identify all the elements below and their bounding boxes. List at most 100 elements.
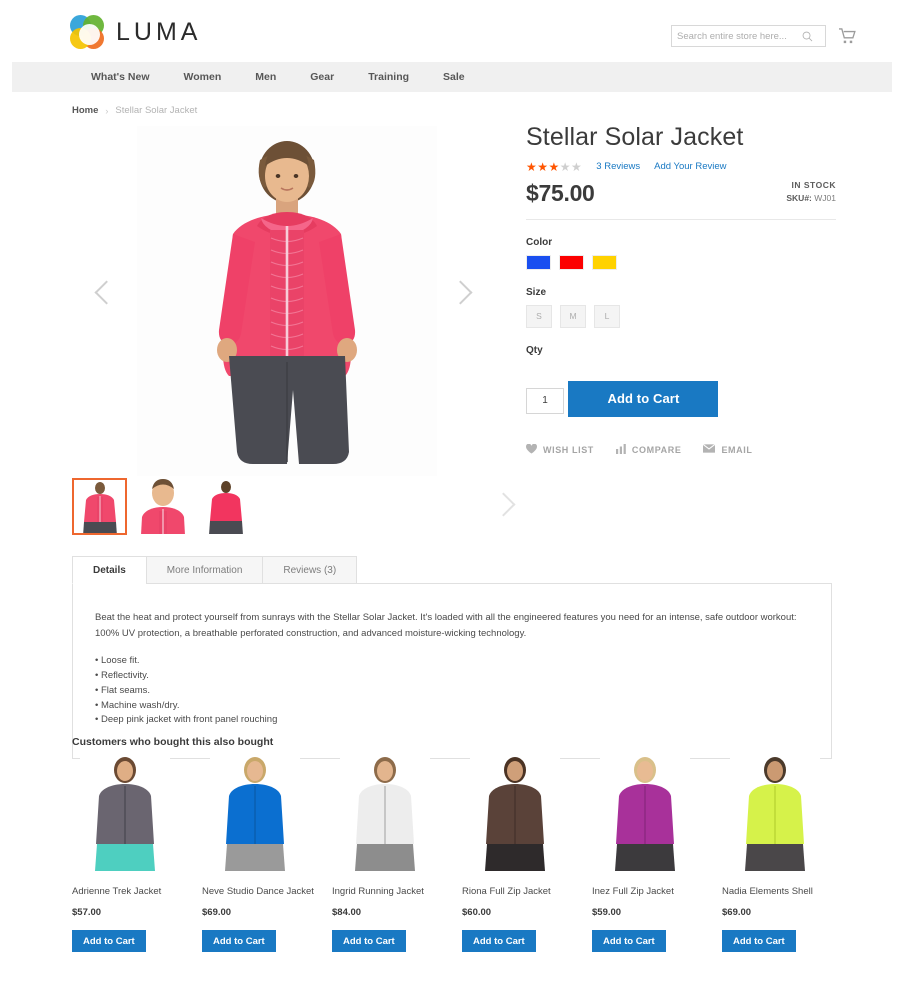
product-tabs: Details More Information Reviews (3) Bea…	[72, 556, 832, 759]
chevron-right-icon	[448, 280, 473, 305]
product-info: Stellar Solar Jacket ★★★★★ 3 Reviews Add…	[526, 123, 836, 456]
nav-item-sale[interactable]: Sale	[426, 71, 482, 83]
color-swatches	[526, 254, 836, 270]
product-name[interactable]: Neve Studio Dance Jacket	[202, 885, 314, 898]
related-products-title: Customers who bought this also bought	[72, 736, 274, 748]
compare-label: COMPARE	[631, 444, 682, 455]
add-review-link[interactable]: Add Your Review	[654, 161, 726, 172]
size-options: S M L	[526, 304, 836, 328]
product-feature-list: • Loose fit. • Reflectivity. • Flat seam…	[95, 654, 809, 728]
product-thumbnail[interactable]	[77, 756, 172, 871]
chevron-right-icon	[491, 492, 516, 517]
add-to-cart-button[interactable]: Add to Cart	[202, 930, 276, 953]
color-swatch-blue[interactable]	[526, 254, 551, 270]
heart-icon	[526, 443, 537, 456]
tab-details[interactable]: Details	[72, 556, 147, 584]
product-price: $59.00	[592, 907, 622, 919]
add-to-cart-button[interactable]: Add to Cart	[592, 930, 666, 953]
product-price: $57.00	[72, 907, 102, 919]
product-name[interactable]: Ingrid Running Jacket	[332, 885, 444, 898]
list-item: Ingrid Running Jacket $84.00 Add to Cart	[332, 756, 462, 953]
thumbnails-next-button[interactable]	[491, 492, 516, 517]
nav-item-training[interactable]: Training	[351, 71, 426, 83]
product-price: $75.00	[526, 179, 595, 206]
list-item: Nadia Elements Shell $69.00 Add to Cart	[722, 756, 852, 953]
logo-text: LUMA	[116, 17, 202, 46]
add-to-cart-button[interactable]: Add to Cart	[462, 930, 536, 953]
size-option-m[interactable]: M	[560, 304, 586, 328]
product-price: $60.00	[462, 907, 492, 919]
list-item: • Reflectivity.	[95, 670, 149, 682]
tab-reviews[interactable]: Reviews (3)	[262, 556, 358, 584]
list-item: • Machine wash/dry.	[95, 699, 180, 711]
divider	[526, 218, 836, 220]
product-thumbnail[interactable]	[597, 756, 692, 871]
breadcrumb-separator-icon: ›	[105, 105, 109, 116]
tab-list: Details More Information Reviews (3)	[72, 556, 832, 584]
site-logo[interactable]: LUMA	[70, 15, 201, 49]
product-price: $84.00	[332, 907, 362, 919]
add-to-cart-button[interactable]: Add to Cart	[72, 930, 146, 953]
thumbnail-1[interactable]	[72, 478, 127, 535]
product-page: LUMA What's New Women Men Gear Training …	[0, 0, 904, 1000]
list-item: Adrienne Trek Jacket $57.00 Add to Cart	[72, 756, 202, 953]
search-icon[interactable]	[797, 31, 817, 42]
list-item: Neve Studio Dance Jacket $69.00 Add to C…	[202, 756, 332, 953]
breadcrumb-home[interactable]: Home	[72, 105, 98, 116]
search-box[interactable]	[671, 25, 826, 47]
related-products: Adrienne Trek Jacket $57.00 Add to Cart …	[72, 756, 862, 953]
compare-button[interactable]: COMPARE	[615, 443, 682, 456]
size-option-s[interactable]: S	[526, 304, 552, 328]
search-input[interactable]	[672, 26, 797, 46]
thumbnail-2[interactable]	[135, 478, 190, 535]
product-actions: WISH LIST COMPARE EMAIL	[526, 443, 836, 456]
wish-list-button[interactable]: WISH LIST	[526, 443, 594, 456]
add-to-cart-button[interactable]: Add to Cart	[568, 380, 719, 417]
product-description: Beat the heat and protect yourself from …	[95, 612, 797, 639]
nav-item-women[interactable]: Women	[167, 71, 239, 83]
color-swatch-red[interactable]	[559, 254, 584, 270]
price-row: $75.00 IN STOCK SKU#: WJ01	[526, 180, 836, 207]
qty-label: Qty	[526, 344, 543, 356]
tab-more-information[interactable]: More Information	[145, 556, 264, 584]
quantity-stepper[interactable]	[526, 387, 564, 414]
email-label: EMAIL	[721, 444, 753, 455]
thumbnail-3[interactable]	[198, 478, 253, 535]
product-price: $69.00	[722, 907, 752, 919]
product-name[interactable]: Inez Full Zip Jacket	[592, 885, 704, 898]
product-thumbnail[interactable]	[337, 756, 432, 871]
sku-value: WJ01	[814, 192, 836, 203]
rating-row: ★★★★★ 3 Reviews Add Your Review	[526, 161, 836, 173]
email-button[interactable]: EMAIL	[703, 443, 753, 456]
product-name[interactable]: Adrienne Trek Jacket	[72, 885, 184, 898]
shopping-cart-icon[interactable]	[836, 25, 858, 47]
breadcrumb-current: Stellar Solar Jacket	[115, 105, 198, 116]
gallery-next-button[interactable]	[448, 280, 482, 318]
size-option-l[interactable]: L	[594, 304, 620, 328]
add-to-cart-button[interactable]: Add to Cart	[332, 930, 406, 953]
rating-stars: ★★★★★	[526, 159, 583, 174]
main-navigation: What's New Women Men Gear Training Sale	[12, 62, 892, 92]
product-name[interactable]: Riona Full Zip Jacket	[462, 885, 574, 898]
nav-item-men[interactable]: Men	[238, 71, 293, 83]
add-to-cart-button[interactable]: Add to Cart	[722, 930, 796, 953]
color-swatch-yellow[interactable]	[592, 254, 617, 270]
nav-item-gear[interactable]: Gear	[293, 71, 351, 83]
bar-chart-icon	[615, 443, 626, 456]
sku: SKU#: WJ01	[786, 193, 836, 203]
luma-flower-logo-icon	[70, 15, 104, 49]
size-label: Size	[526, 286, 547, 298]
product-thumbnail[interactable]	[467, 756, 562, 871]
list-item: • Deep pink jacket with front panel rouc…	[95, 714, 278, 726]
gallery-prev-button[interactable]	[94, 280, 128, 318]
product-price: $69.00	[202, 907, 232, 919]
status-badge: IN STOCK	[791, 179, 836, 190]
product-name[interactable]: Nadia Elements Shell	[722, 885, 834, 898]
list-item: • Flat seams.	[95, 684, 151, 696]
reviews-link[interactable]: 3 Reviews	[596, 161, 640, 172]
product-thumbnail[interactable]	[207, 756, 302, 871]
list-item: • Loose fit.	[95, 655, 140, 667]
nav-item-whats-new[interactable]: What's New	[74, 71, 167, 83]
product-thumbnail[interactable]	[727, 756, 822, 871]
main-product-image[interactable]	[132, 126, 442, 476]
